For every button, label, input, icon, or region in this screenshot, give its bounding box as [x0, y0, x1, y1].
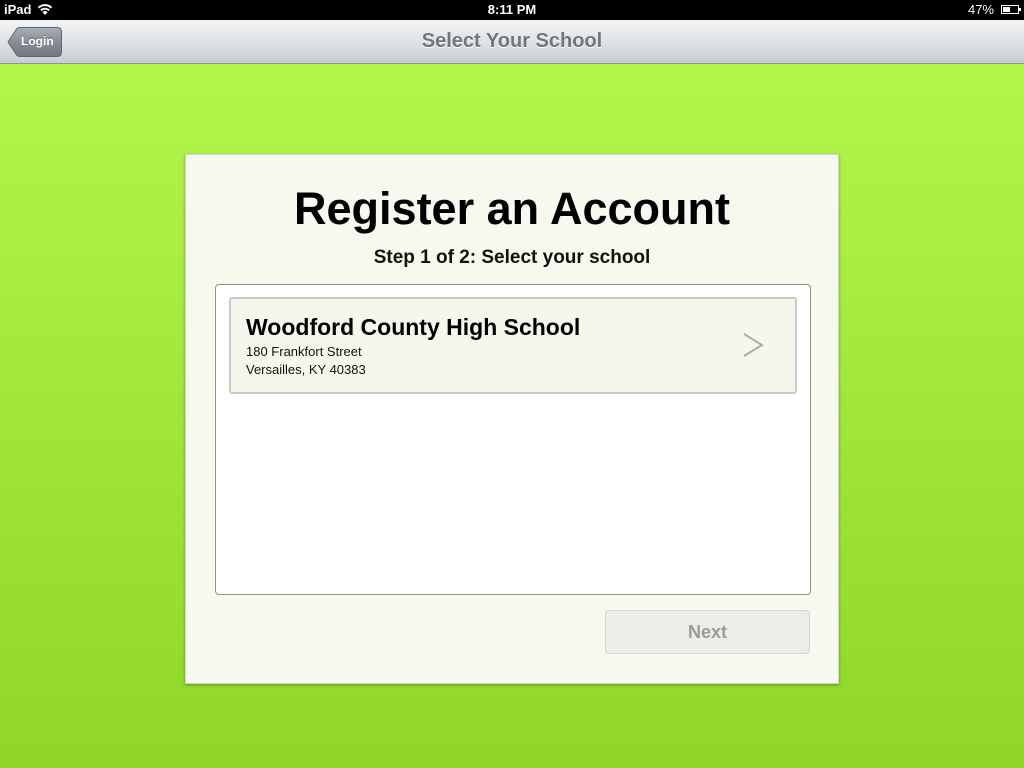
- page-title: Register an Account: [294, 183, 730, 234]
- next-button[interactable]: Next: [605, 610, 810, 654]
- battery-percentage: 47%: [967, 2, 994, 17]
- status-time: 8:11 PM: [487, 2, 537, 17]
- nav-title: Select Your School: [421, 30, 603, 52]
- chevron-right-icon: [743, 333, 764, 357]
- school-list-item[interactable]: Woodford County High School 180 Frankfor…: [229, 297, 797, 394]
- school-name: Woodford County High School: [246, 314, 581, 340]
- school-city: Versailles, KY 40383: [246, 362, 366, 377]
- school-list[interactable]: Woodford County High School 180 Frankfor…: [215, 284, 811, 595]
- status-bar: iPad 8:11 PM 47%: [0, 0, 1024, 20]
- school-street: 180 Frankfort Street: [246, 344, 362, 359]
- registration-card: Register an Account Step 1 of 2: Select …: [185, 154, 839, 684]
- navigation-bar: Login Select Your School: [0, 20, 1024, 64]
- battery-icon: [1001, 5, 1021, 14]
- step-indicator: Step 1 of 2: Select your school: [373, 247, 651, 268]
